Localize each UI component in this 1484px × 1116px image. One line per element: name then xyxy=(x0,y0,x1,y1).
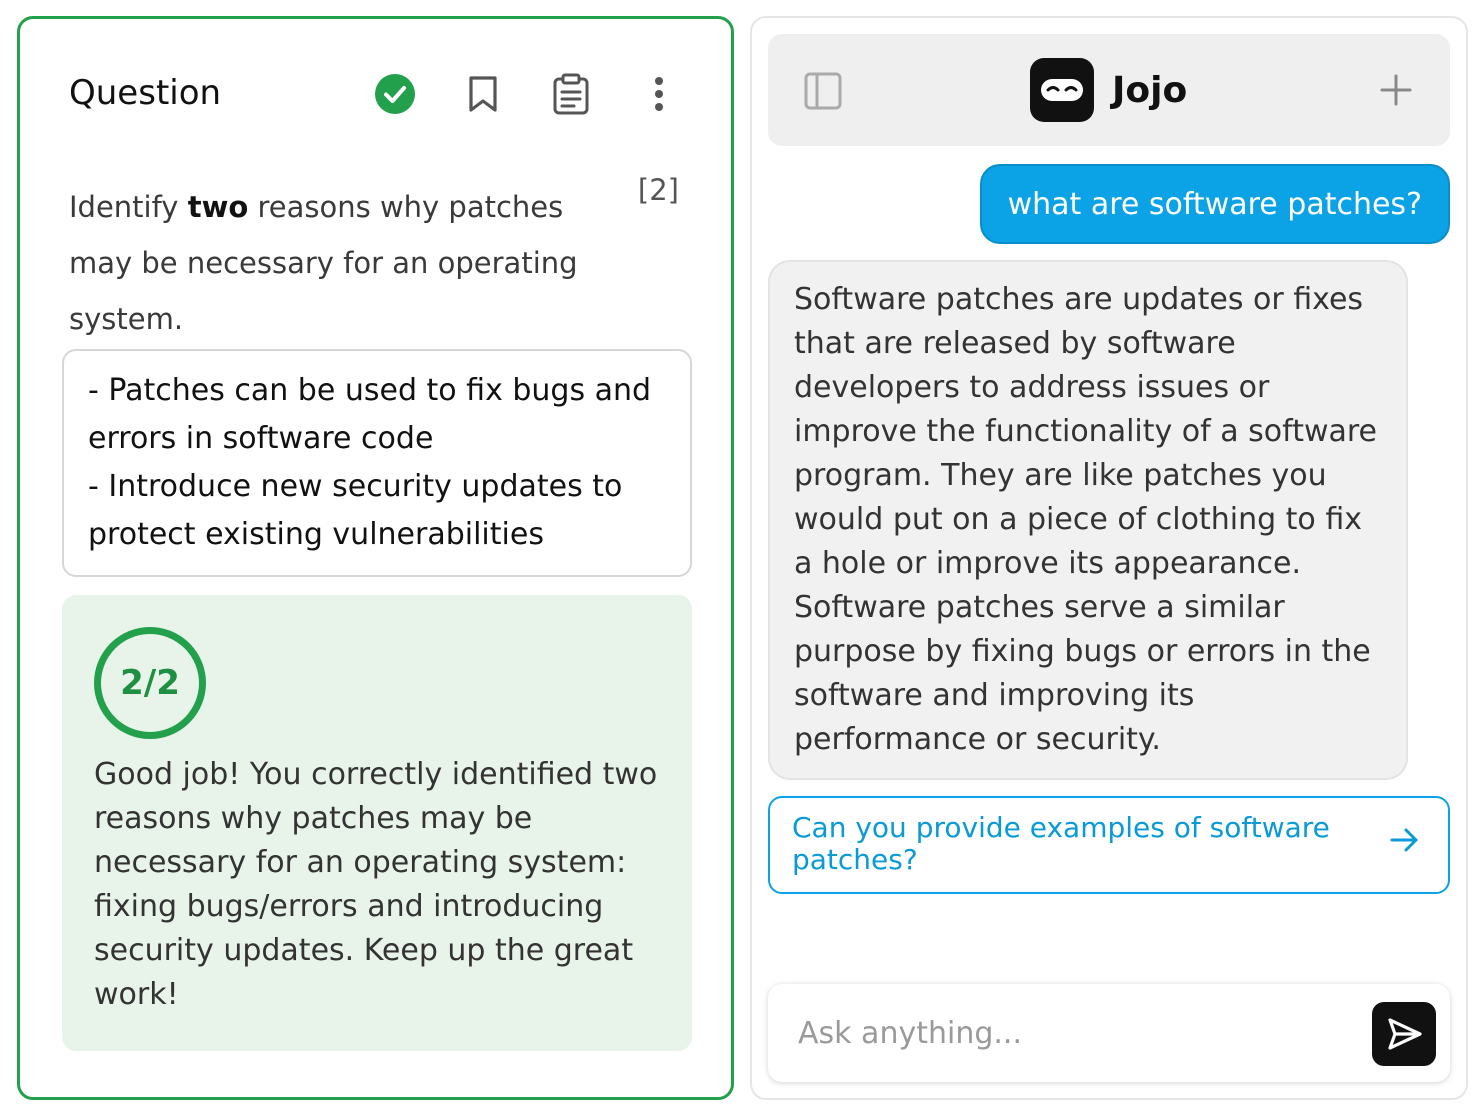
assistant-message: Software patches are updates or fixes th… xyxy=(768,260,1408,780)
chat-input-bar xyxy=(768,984,1450,1082)
send-button[interactable] xyxy=(1372,1002,1436,1066)
ninja-logo-icon xyxy=(1030,58,1094,122)
user-message: what are software patches? xyxy=(979,164,1450,244)
question-text: Identify two reasons why patches may be … xyxy=(69,179,599,347)
clipboard-icon[interactable] xyxy=(550,73,592,115)
brand: Jojo xyxy=(1030,58,1187,122)
sidebar-toggle-icon[interactable] xyxy=(804,72,842,110)
arrow-right-icon xyxy=(1390,828,1418,852)
plus-icon[interactable] xyxy=(1376,70,1416,110)
bookmark-icon[interactable] xyxy=(462,73,504,115)
suggested-question-label: Can you provide examples of software pat… xyxy=(792,811,1330,876)
brand-name: Jojo xyxy=(1112,69,1188,111)
chat-panel: Jojo what are software patches? Software… xyxy=(750,16,1468,1100)
suggested-question-button[interactable]: Can you provide examples of software pat… xyxy=(768,796,1450,894)
question-title: Question xyxy=(69,73,222,113)
feedback-box: 2/2 Good job! You correctly identified t… xyxy=(62,595,692,1051)
question-card: Question Identify two reasons why patche… xyxy=(17,16,734,1100)
chat-header: Jojo xyxy=(768,34,1450,146)
chat-input[interactable] xyxy=(798,1008,1338,1058)
question-text-emphasis: two xyxy=(187,190,249,224)
question-marks: [2] xyxy=(637,173,679,207)
more-vertical-icon[interactable] xyxy=(638,73,680,115)
check-circle-icon[interactable] xyxy=(374,73,416,115)
question-header: Question xyxy=(20,19,731,169)
score-badge: 2/2 xyxy=(94,627,206,739)
send-icon xyxy=(1388,1018,1422,1050)
answer-box[interactable]: - Patches can be used to fix bugs and er… xyxy=(62,349,692,577)
feedback-text: Good job! You correctly identified two r… xyxy=(94,757,658,1012)
question-text-prefix: Identify xyxy=(69,190,188,224)
